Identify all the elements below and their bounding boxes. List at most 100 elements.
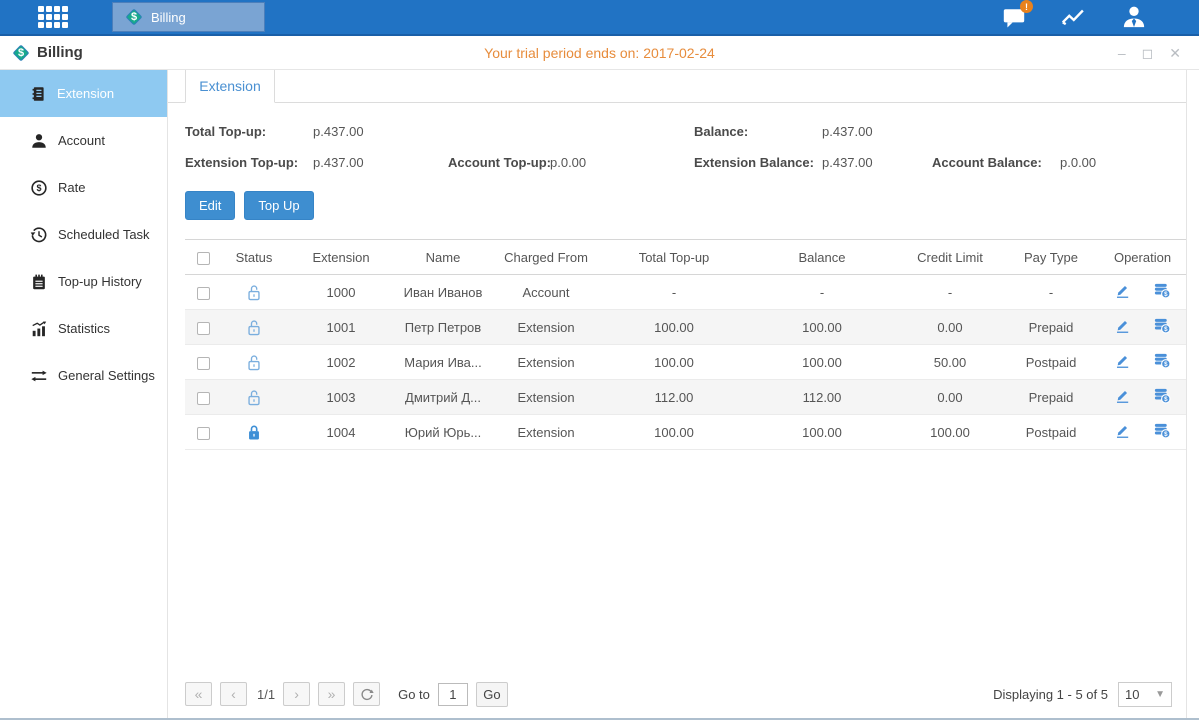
cell-charged-from: Account: [491, 275, 601, 310]
sidebar-item-scheduled-task[interactable]: Scheduled Task: [0, 211, 167, 258]
table-row: 1000 Иван Иванов Account - - - - $: [185, 275, 1186, 310]
cell-charged-from: Extension: [491, 380, 601, 415]
goto-page-input[interactable]: [438, 683, 468, 706]
cell-total-topup: 100.00: [601, 345, 747, 380]
sidebar-item-statistics[interactable]: Statistics: [0, 305, 167, 352]
messages-icon[interactable]: !: [1001, 4, 1027, 30]
resource-monitor-icon[interactable]: [1061, 4, 1087, 30]
cell-total-topup: 100.00: [601, 310, 747, 345]
edit-row-icon[interactable]: [1113, 351, 1132, 373]
col-charged-from: Charged From: [491, 240, 601, 275]
cell-pay-type: Prepaid: [1003, 310, 1099, 345]
account-balance-value: p.0.00: [1060, 155, 1096, 170]
taskbar-billing-label: Billing: [151, 10, 186, 25]
top-up-row-icon[interactable]: $: [1152, 316, 1172, 338]
tab-extension[interactable]: Extension: [185, 70, 275, 103]
row-checkbox[interactable]: [197, 287, 210, 300]
sidebar-item-rate[interactable]: $ Rate: [0, 164, 167, 211]
cell-name: Юрий Юрь...: [395, 415, 491, 450]
page-size-value: 10: [1125, 687, 1139, 702]
cell-total-topup: 100.00: [601, 415, 747, 450]
extension-topup-value: p.437.00: [313, 155, 364, 170]
edit-row-icon[interactable]: [1113, 421, 1132, 443]
cell-balance: 100.00: [747, 310, 897, 345]
user-account-icon[interactable]: [1121, 4, 1147, 30]
notification-badge: !: [1020, 0, 1033, 13]
general-settings-icon: [30, 367, 48, 385]
top-up-button[interactable]: Top Up: [244, 191, 313, 220]
edit-row-icon[interactable]: [1113, 386, 1132, 408]
last-page-button[interactable]: »: [318, 682, 345, 706]
col-credit-limit: Credit Limit: [897, 240, 1003, 275]
account-balance-label: Account Balance:: [932, 155, 1042, 170]
top-up-row-icon[interactable]: $: [1152, 351, 1172, 373]
edit-row-icon[interactable]: [1113, 281, 1132, 303]
cell-total-topup: 112.00: [601, 380, 747, 415]
cell-credit-limit: 100.00: [897, 415, 1003, 450]
billing-title-icon: $: [12, 44, 30, 62]
sidebar-label-general-settings: General Settings: [58, 368, 155, 383]
balance-label: Balance:: [694, 124, 748, 139]
close-button[interactable]: ✕: [1169, 46, 1181, 60]
first-page-button[interactable]: «: [185, 682, 212, 706]
col-status: Status: [221, 240, 287, 275]
app-launcher-icon[interactable]: [38, 6, 68, 28]
unlocked-status-icon: [245, 283, 263, 298]
locked-status-icon: [245, 423, 263, 438]
cell-charged-from: Extension: [491, 415, 601, 450]
next-page-button[interactable]: ›: [283, 682, 310, 706]
prev-page-button[interactable]: ‹: [220, 682, 247, 706]
sidebar-item-account[interactable]: Account: [0, 117, 167, 164]
top-up-row-icon[interactable]: $: [1152, 421, 1172, 443]
col-extension: Extension: [287, 240, 395, 275]
cell-credit-limit: 0.00: [897, 310, 1003, 345]
row-checkbox[interactable]: [197, 392, 210, 405]
sidebar: Extension Account $ Rate Scheduled Task …: [0, 70, 168, 718]
taskbar-billing-tab[interactable]: $ Billing: [112, 2, 265, 32]
cell-total-topup: -: [601, 275, 747, 310]
maximize-button[interactable]: ◻: [1142, 46, 1154, 60]
cell-name: Мария Ива...: [395, 345, 491, 380]
edit-button[interactable]: Edit: [185, 191, 235, 220]
edit-row-icon[interactable]: [1113, 316, 1132, 338]
select-all-checkbox[interactable]: [197, 252, 210, 265]
go-button[interactable]: Go: [476, 682, 508, 707]
pagination-bar: « ‹ 1/1 › » Go to Go Displaying 1 - 5 of…: [168, 670, 1186, 718]
top-up-row-icon[interactable]: $: [1152, 386, 1172, 408]
cell-pay-type: Postpaid: [1003, 415, 1099, 450]
table-row: 1001 Петр Петров Extension 100.00 100.00…: [185, 310, 1186, 345]
extension-topup-label: Extension Top-up:: [185, 155, 298, 170]
sidebar-item-general-settings[interactable]: General Settings: [0, 352, 167, 399]
row-checkbox[interactable]: [197, 322, 210, 335]
table-row: 1003 Дмитрий Д... Extension 112.00 112.0…: [185, 380, 1186, 415]
chevron-down-icon: ▼: [1155, 689, 1165, 700]
cell-extension: 1004: [287, 415, 395, 450]
scheduled-task-icon: [30, 226, 48, 244]
cell-credit-limit: 50.00: [897, 345, 1003, 380]
sidebar-item-topup-history[interactable]: Top-up History: [0, 258, 167, 305]
billing-app-icon: $: [125, 8, 143, 26]
sidebar-item-extension[interactable]: Extension: [0, 70, 167, 117]
minimize-button[interactable]: –: [1118, 46, 1126, 60]
account-topup-label: Account Top-up:: [448, 155, 551, 170]
row-checkbox[interactable]: [197, 357, 210, 370]
statistics-icon: [30, 320, 48, 338]
table-row: 1004 Юрий Юрь... Extension 100.00 100.00…: [185, 415, 1186, 450]
top-up-row-icon[interactable]: $: [1152, 281, 1172, 303]
row-checkbox[interactable]: [197, 427, 210, 440]
account-topup-value: p.0.00: [550, 155, 586, 170]
col-balance: Balance: [747, 240, 897, 275]
extension-balance-label: Extension Balance:: [694, 155, 814, 170]
total-topup-label: Total Top-up:: [185, 124, 266, 139]
table-row: 1002 Мария Ива... Extension 100.00 100.0…: [185, 345, 1186, 380]
rate-icon: $: [30, 179, 48, 197]
page-size-select[interactable]: 10 ▼: [1118, 682, 1172, 707]
window-title-bar: $ Billing Your trial period ends on: 201…: [0, 36, 1199, 70]
svg-text:$: $: [1164, 431, 1168, 438]
cell-pay-type: Postpaid: [1003, 345, 1099, 380]
cell-balance: 112.00: [747, 380, 897, 415]
trial-period-notice: Your trial period ends on: 2017-02-24: [0, 45, 1199, 61]
refresh-button[interactable]: [353, 682, 380, 706]
cell-extension: 1001: [287, 310, 395, 345]
cell-balance: -: [747, 275, 897, 310]
